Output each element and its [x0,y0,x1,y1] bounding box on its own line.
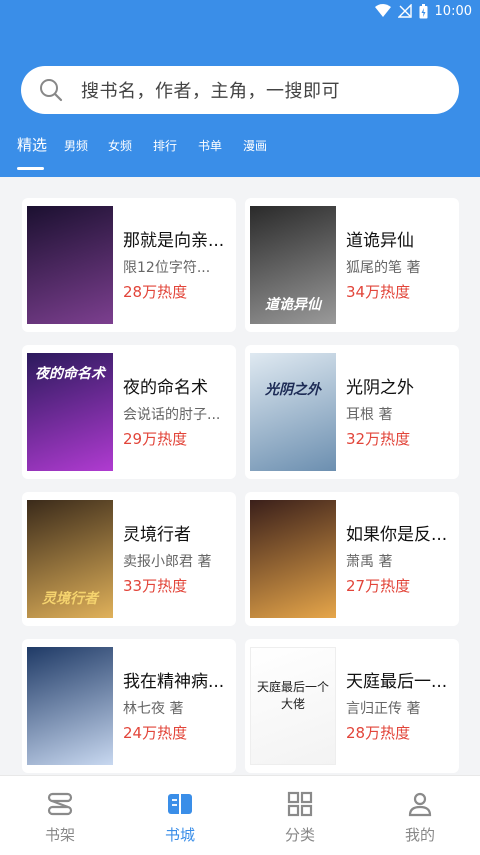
book-card[interactable]: 灵境行者 灵境行者 卖报小郎君 著 33万热度 [22,492,236,626]
tab-ranking[interactable]: 排行 [153,136,177,156]
status-time: 10:00 [434,3,472,19]
book-title: 如果你是反... [346,525,448,545]
cover-title: 光阴之外 [265,382,321,398]
book-title: 我在精神病... [123,672,225,692]
book-heat: 24万热度 [123,724,188,742]
book-card[interactable]: 光阴之外 光阴之外 耳根 著 32万热度 [245,345,459,479]
tab-male[interactable]: 男频 [64,136,88,156]
book-author: 林七夜 著 [123,701,184,717]
cover-title: 夜的命名术 [35,366,105,382]
nav-categories[interactable]: 分类 [240,776,360,855]
book-cover [27,206,113,324]
book-card[interactable]: 我在精神病... 林七夜 著 24万热度 [22,639,236,773]
book-author: 限12位字符... [123,260,211,276]
book-author: 会说话的肘子... [123,407,221,423]
user-icon [408,792,432,817]
nav-profile[interactable]: 我的 [360,776,480,855]
book-title: 天庭最后一... [346,672,448,692]
search-bar[interactable]: 搜书名，作者，主角，一搜即可 [21,66,459,114]
bookshelf-icon [47,792,73,816]
category-tabs: 精选 男频 女频 排行 书单 漫画 [0,136,480,176]
book-cover [250,500,336,618]
tab-comics[interactable]: 漫画 [243,136,267,156]
book-author: 萧禹 著 [346,554,393,570]
tab-booklist[interactable]: 书单 [198,136,222,156]
book-title: 灵境行者 [123,525,191,545]
book-cover: 天庭最后一个大佬 [250,647,336,765]
tab-indicator [17,167,44,170]
book-card[interactable]: 如果你是反... 萧禹 著 27万热度 [245,492,459,626]
book-card[interactable]: 夜的命名术 夜的命名术 会说话的肘子... 29万热度 [22,345,236,479]
book-author: 耳根 著 [346,407,393,423]
book-title: 那就是向亲... [123,231,225,251]
book-heat: 28万热度 [346,724,411,742]
search-placeholder: 搜书名，作者，主角，一搜即可 [81,81,340,102]
book-author: 卖报小郎君 著 [123,554,212,570]
book-open-icon [168,794,192,814]
signal-icon [397,4,412,18]
cover-title: 天庭最后一个大佬 [256,680,329,711]
nav-label: 书架 [44,826,75,844]
book-heat: 32万热度 [346,430,411,448]
book-heat: 29万热度 [123,430,188,448]
book-card[interactable]: 那就是向亲... 限12位字符... 28万热度 [22,198,236,332]
book-cover: 光阴之外 [250,353,336,471]
status-bar: 10:00 [0,0,480,22]
nav-label: 分类 [284,826,315,844]
cover-title: 灵境行者 [42,591,98,607]
book-title: 夜的命名术 [123,378,208,398]
book-card[interactable]: 天庭最后一个大佬 天庭最后一... 言归正传 著 28万热度 [245,639,459,773]
book-cover [27,647,113,765]
battery-icon [419,3,428,18]
book-title: 光阴之外 [346,378,414,398]
book-cover: 夜的命名术 [27,353,113,471]
tab-female[interactable]: 女频 [108,136,132,156]
nav-bookstore[interactable]: 书城 [120,776,240,855]
grid-icon [287,791,313,817]
book-cover: 灵境行者 [27,500,113,618]
book-title: 道诡异仙 [346,231,414,251]
book-card[interactable]: 道诡异仙 道诡异仙 狐尾的笔 著 34万热度 [245,198,459,332]
book-heat: 28万热度 [123,283,188,301]
nav-label: 书城 [164,826,195,844]
search-icon [40,79,63,102]
book-grid: 那就是向亲... 限12位字符... 28万热度 道诡异仙 道诡异仙 狐尾的笔 … [0,177,480,775]
book-heat: 27万热度 [346,577,411,595]
cover-title: 道诡异仙 [265,297,321,313]
book-heat: 33万热度 [123,577,188,595]
bottom-nav: 书架 书城 分类 我的 [0,775,480,855]
nav-bookshelf[interactable]: 书架 [0,776,120,855]
book-heat: 34万热度 [346,283,411,301]
nav-label: 我的 [404,826,435,844]
wifi-icon [374,4,391,17]
book-author: 言归正传 著 [346,701,421,717]
header: 10:00 搜书名，作者，主角，一搜即可 精选 男频 女频 排行 书单 漫画 [0,0,480,177]
book-cover: 道诡异仙 [250,206,336,324]
tab-featured[interactable]: 精选 [17,135,47,155]
book-author: 狐尾的笔 著 [346,260,421,276]
